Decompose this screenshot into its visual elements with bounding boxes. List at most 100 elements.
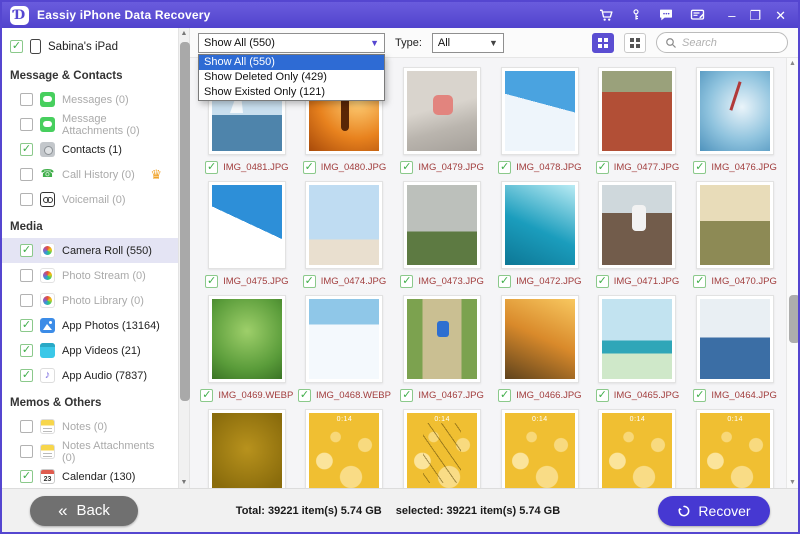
checkbox[interactable] — [20, 420, 33, 433]
photo-checkbox[interactable]: ✓ — [498, 275, 511, 288]
wave-surfer-thumbnail[interactable] — [505, 185, 575, 265]
checkbox[interactable]: ✓ — [20, 244, 33, 257]
photo-checkbox[interactable]: ✓ — [693, 275, 706, 288]
photo-checkbox[interactable]: ✓ — [498, 161, 511, 174]
photo-checkbox[interactable]: ✓ — [200, 389, 213, 402]
photo-checkbox[interactable]: ✓ — [596, 389, 609, 402]
search-input[interactable] — [682, 37, 772, 49]
scroll-up-icon[interactable]: ▲ — [787, 60, 798, 67]
gold-bokeh-thumbnail[interactable]: 0:14 — [309, 413, 379, 488]
selfie-woman-thumbnail[interactable] — [407, 71, 477, 151]
recover-button[interactable]: Recover — [658, 496, 770, 526]
sidebar-item-voicemail[interactable]: Voicemail (0) — [2, 187, 178, 212]
gold-passcode-thumbnail[interactable] — [212, 413, 282, 488]
photo-checkbox[interactable]: ✓ — [303, 161, 316, 174]
device-row[interactable]: ✓ Sabina's iPad — [2, 34, 178, 61]
photo-card[interactable] — [403, 181, 481, 269]
checkbox[interactable]: ✓ — [20, 470, 33, 483]
photo-checkbox[interactable]: ✓ — [498, 389, 511, 402]
sidebar-item-messages[interactable]: Messages (0) — [2, 87, 178, 112]
scroll-up-icon[interactable]: ▲ — [179, 30, 189, 37]
sprint-start-thumbnail[interactable] — [700, 185, 770, 265]
checkbox[interactable] — [20, 445, 33, 458]
checkbox[interactable] — [20, 269, 33, 282]
photo-card[interactable] — [501, 295, 579, 383]
photo-card[interactable] — [501, 67, 579, 155]
photo-checkbox[interactable]: ✓ — [596, 161, 609, 174]
type-dropdown[interactable]: All ▼ — [432, 33, 504, 53]
photo-checkbox[interactable]: ✓ — [298, 389, 311, 402]
scroll-down-icon[interactable]: ▼ — [787, 479, 798, 486]
checkbox[interactable]: ✓ — [20, 319, 33, 332]
gold-bokeh-thumbnail[interactable]: 0:14 — [602, 413, 672, 488]
beach-yoga-thumbnail[interactable] — [602, 299, 672, 379]
gold-scribble-thumbnail[interactable]: 0:14 — [407, 413, 477, 488]
photo-card[interactable]: 0:14 — [696, 409, 774, 488]
filter-dropdown[interactable]: Show All (550) ▼ — [198, 33, 385, 53]
drinking-water-thumbnail[interactable] — [700, 299, 770, 379]
photo-checkbox[interactable]: ✓ — [303, 275, 316, 288]
sidebar-item-photo-library[interactable]: Photo Library (0) — [2, 288, 178, 313]
sidebar-item-photo-stream[interactable]: Photo Stream (0) — [2, 263, 178, 288]
checkbox[interactable]: ✓ — [20, 369, 33, 382]
feedback-icon[interactable] — [689, 7, 706, 23]
photo-card[interactable] — [208, 295, 286, 383]
checkbox[interactable] — [20, 118, 33, 131]
photo-card[interactable] — [403, 67, 481, 155]
photo-card[interactable] — [208, 181, 286, 269]
photo-card[interactable] — [403, 295, 481, 383]
sunset-walk-thumbnail[interactable] — [505, 299, 575, 379]
checkbox[interactable]: ✓ — [20, 143, 33, 156]
sidebar-item-notes-attachments[interactable]: Notes Attachments (0) — [2, 439, 178, 464]
content-scrollbar[interactable]: ▲ ▼ — [786, 58, 798, 488]
track-athlete-thumbnail[interactable] — [602, 71, 672, 151]
sidebar-item-app-photos[interactable]: ✓App Photos (13164) — [2, 313, 178, 338]
photo-card[interactable] — [305, 181, 383, 269]
photo-checkbox[interactable]: ✓ — [596, 275, 609, 288]
windsurfer-thumbnail[interactable] — [700, 71, 770, 151]
checkbox[interactable] — [20, 193, 33, 206]
photo-checkbox[interactable]: ✓ — [400, 275, 413, 288]
photo-card[interactable]: 0:14 — [305, 409, 383, 488]
sidebar-item-app-videos[interactable]: ✓App Videos (21) — [2, 338, 178, 363]
photo-checkbox[interactable]: ✓ — [693, 389, 706, 402]
minimize-button[interactable]: – — [728, 9, 735, 22]
photo-card[interactable] — [598, 295, 676, 383]
sidebar-item-message-attachments[interactable]: Message Attachments (0) — [2, 112, 178, 137]
zipline-thumbnail[interactable] — [212, 299, 282, 379]
maximize-button[interactable]: ❐ — [749, 9, 761, 22]
ski-slope-thumbnail[interactable] — [309, 299, 379, 379]
photo-card[interactable] — [696, 181, 774, 269]
photo-card[interactable] — [696, 67, 774, 155]
photo-card[interactable] — [598, 181, 676, 269]
search-box[interactable] — [656, 32, 788, 53]
scroll-down-icon[interactable]: ▼ — [179, 479, 189, 486]
photo-card[interactable] — [696, 295, 774, 383]
checkbox[interactable] — [20, 93, 33, 106]
filter-option[interactable]: Show All (550) — [199, 55, 384, 70]
photo-card[interactable] — [208, 409, 286, 488]
photo-checkbox[interactable]: ✓ — [205, 275, 218, 288]
sidebar-item-call-history[interactable]: Call History (0)♛ — [2, 162, 178, 187]
photo-checkbox[interactable]: ✓ — [693, 161, 706, 174]
chat-icon[interactable] — [658, 7, 674, 23]
checkbox[interactable]: ✓ — [20, 344, 33, 357]
yoga-lunge-thumbnail[interactable] — [407, 185, 477, 265]
sidebar-item-camera-roll[interactable]: ✓Camera Roll (550) — [2, 238, 178, 263]
sidebar-scrollbar-thumb[interactable] — [180, 42, 190, 401]
snowboarder-thumbnail[interactable] — [505, 71, 575, 151]
filter-option[interactable]: Show Existed Only (121) — [199, 85, 384, 100]
photo-card[interactable]: 0:14 — [501, 409, 579, 488]
content-scrollbar-thumb[interactable] — [789, 295, 800, 343]
photo-checkbox[interactable]: ✓ — [400, 161, 413, 174]
grid-view-button[interactable] — [592, 33, 614, 53]
gold-bokeh-thumbnail[interactable]: 0:14 — [505, 413, 575, 488]
stretching-woman-thumbnail[interactable] — [309, 185, 379, 265]
photo-checkbox[interactable]: ✓ — [400, 389, 413, 402]
gold-bokeh-thumbnail[interactable]: 0:14 — [700, 413, 770, 488]
sidebar-item-calendar[interactable]: ✓Calendar (130) — [2, 464, 178, 488]
checkbox[interactable] — [20, 168, 33, 181]
list-view-button[interactable] — [624, 33, 646, 53]
key-icon[interactable] — [629, 7, 643, 23]
filter-option[interactable]: Show Deleted Only (429) — [199, 70, 384, 85]
